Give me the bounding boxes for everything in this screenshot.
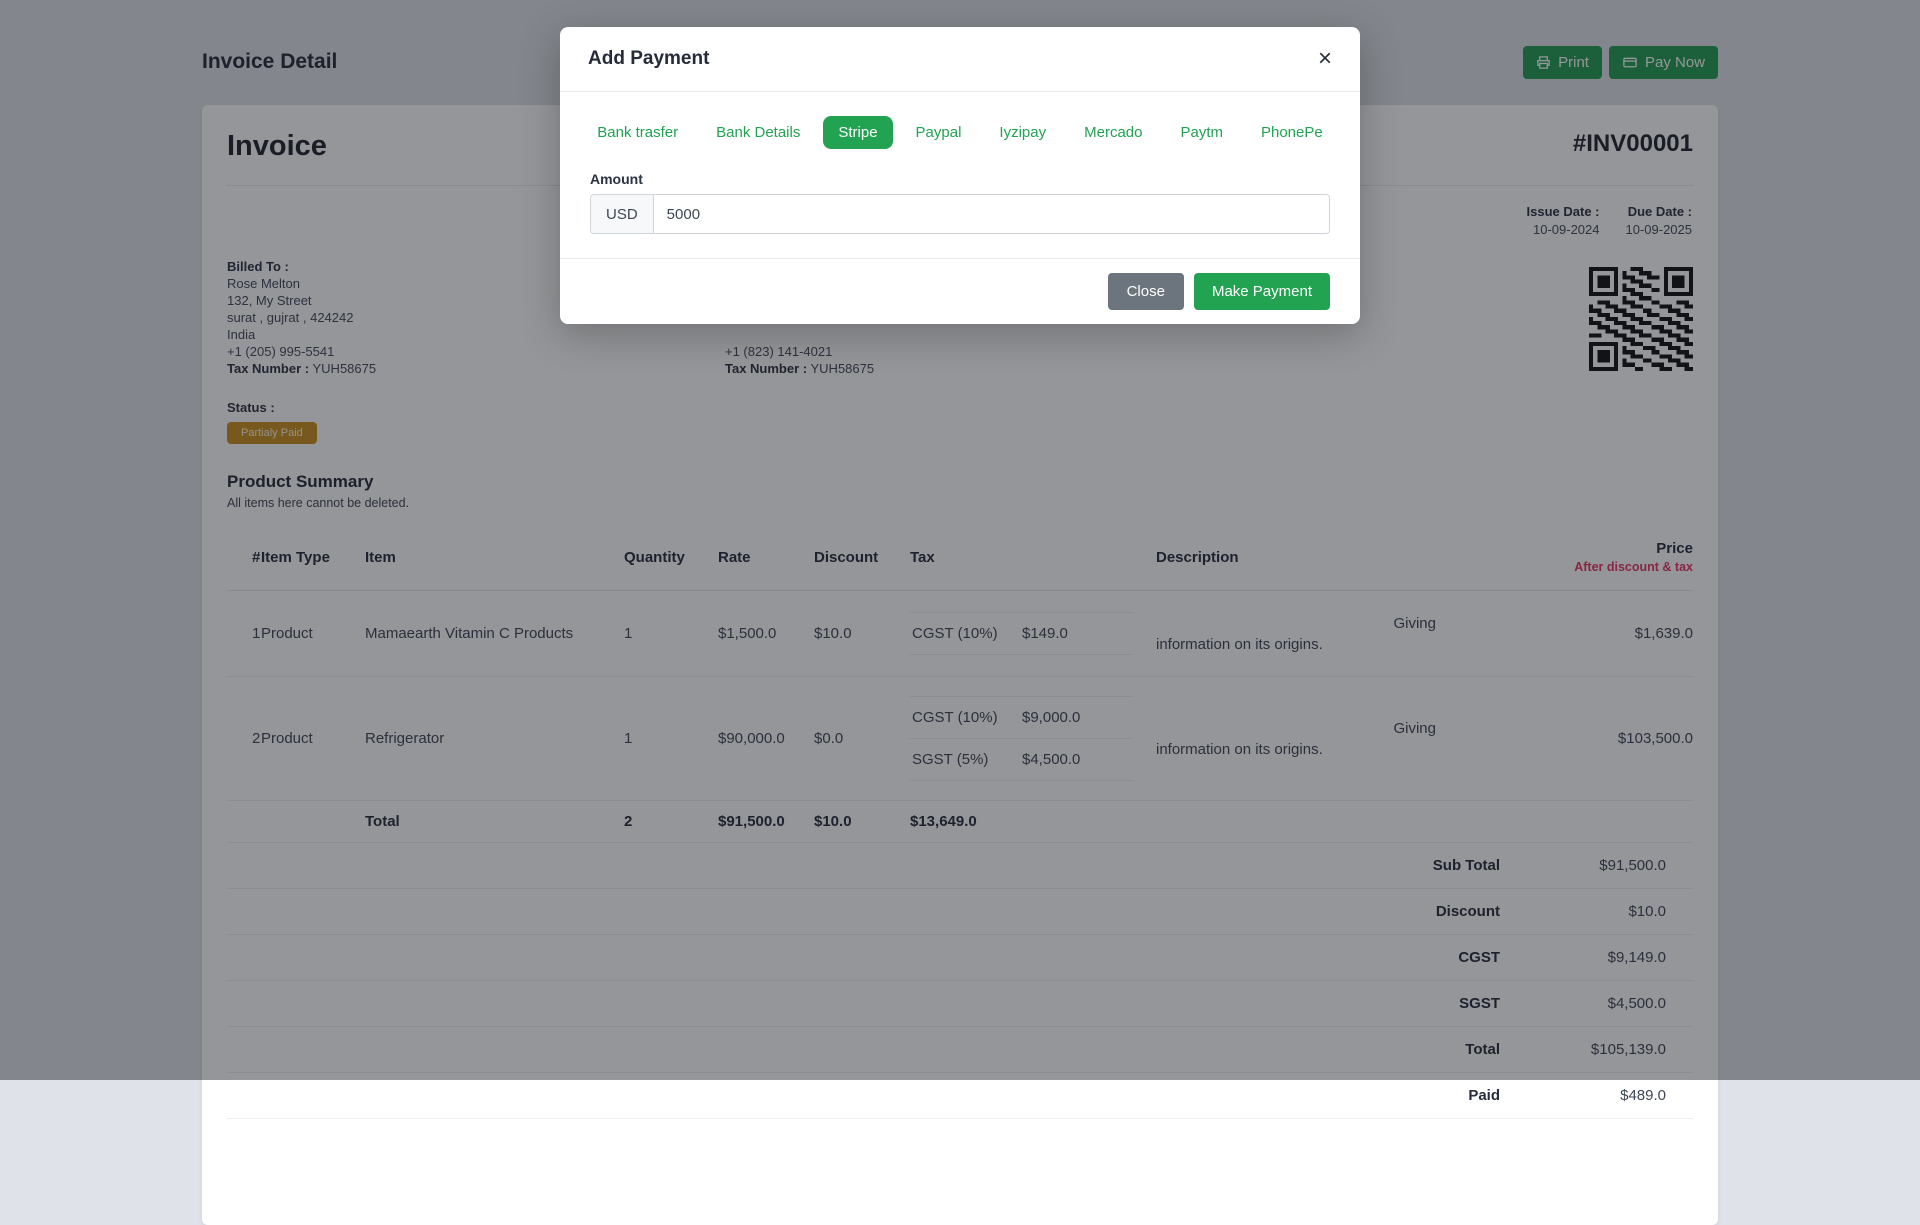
amount-input[interactable] (654, 195, 1329, 233)
tab-phonepe[interactable]: PhonePe (1246, 116, 1338, 149)
add-payment-modal: Add Payment × Bank trasfer Bank Details … (560, 27, 1360, 324)
tab-stripe[interactable]: Stripe (823, 116, 892, 149)
paid-value: $489.0 (1500, 1087, 1666, 1104)
tab-iyzipay[interactable]: Iyzipay (984, 116, 1061, 149)
amount-label: Amount (590, 171, 1330, 187)
tab-mercado[interactable]: Mercado (1069, 116, 1157, 149)
currency-prefix: USD (591, 195, 654, 233)
amount-input-group: USD (590, 194, 1330, 234)
close-button[interactable]: Close (1108, 273, 1184, 310)
tab-paytm[interactable]: Paytm (1165, 116, 1238, 149)
close-icon[interactable]: × (1318, 47, 1332, 71)
tab-bank-details[interactable]: Bank Details (701, 116, 815, 149)
payment-method-tabs: Bank trasfer Bank Details Stripe Paypal … (560, 92, 1360, 149)
tab-paypal[interactable]: Paypal (901, 116, 977, 149)
paid-label: Paid (1468, 1087, 1500, 1104)
make-payment-button[interactable]: Make Payment (1194, 273, 1330, 310)
modal-title: Add Payment (588, 48, 709, 70)
tab-bank-transfer[interactable]: Bank trasfer (582, 116, 693, 149)
